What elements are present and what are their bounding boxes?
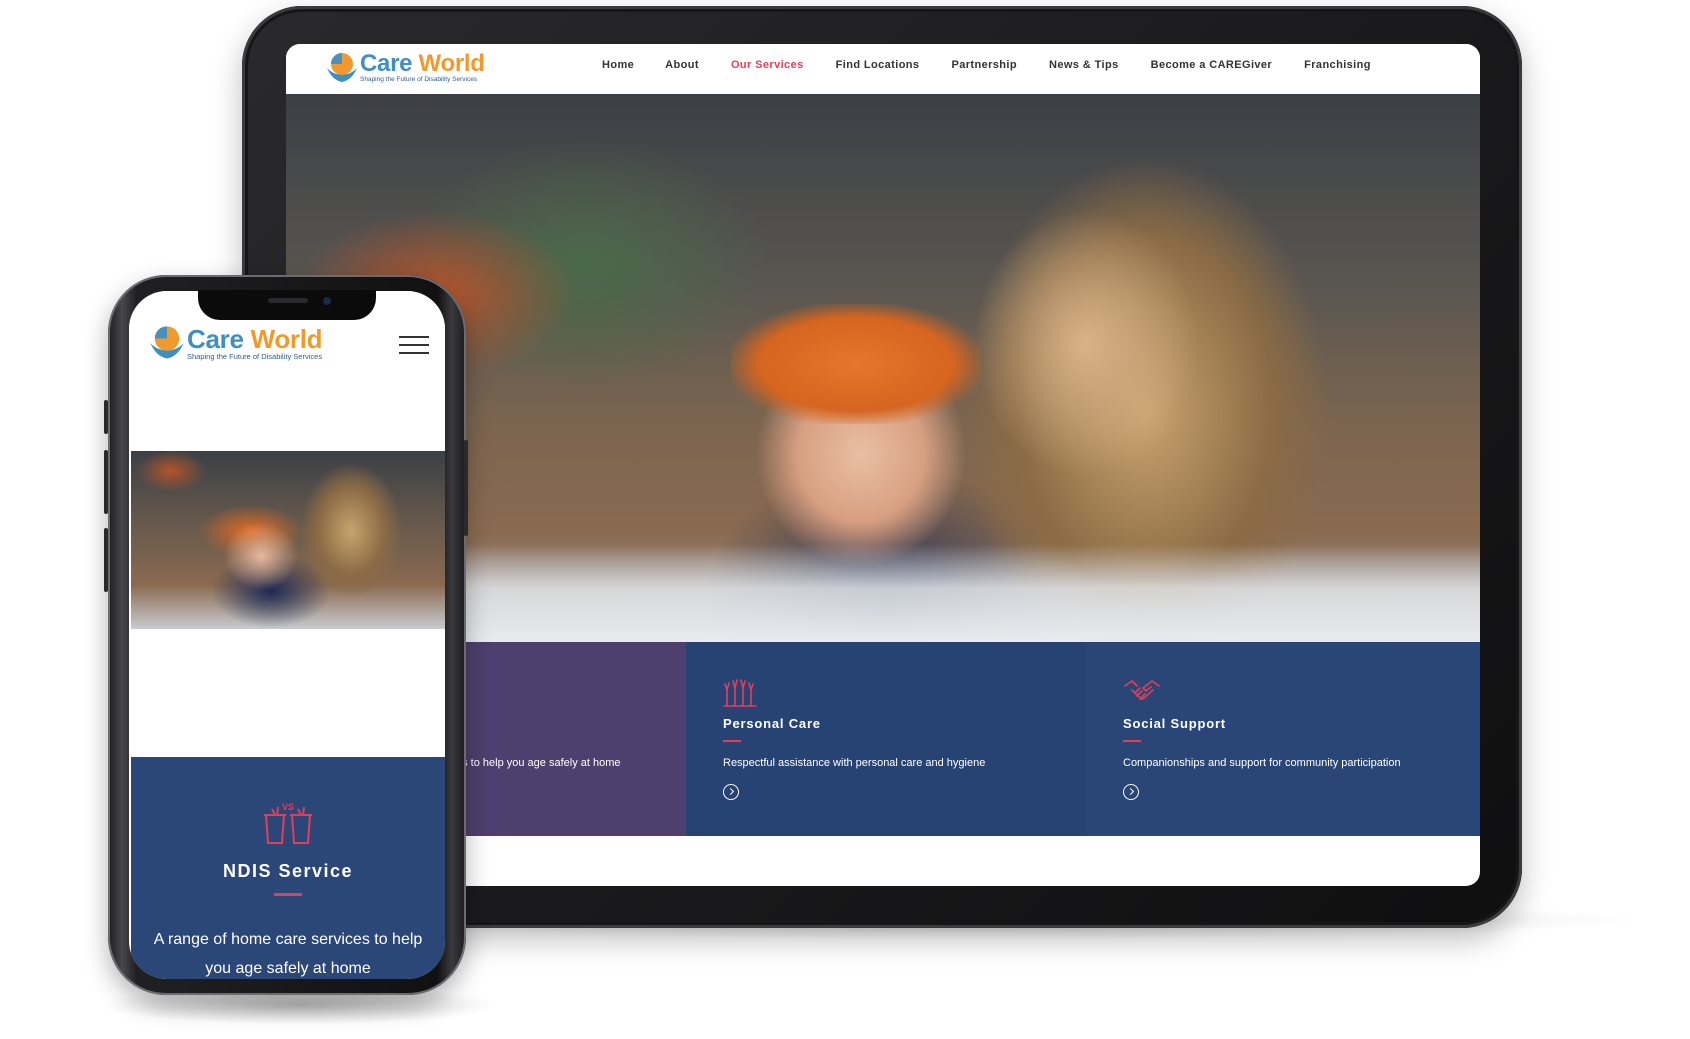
globe-hands-icon: [150, 326, 184, 359]
nav-become-caregiver[interactable]: Become a CAREGiver: [1151, 59, 1273, 71]
phone-side-button: [104, 528, 108, 592]
nav-partnership[interactable]: Partnership: [951, 59, 1017, 71]
phone-side-button: [104, 400, 108, 434]
service-description: A range of home care services to help yo…: [153, 931, 423, 977]
brand-name-care: Care: [360, 50, 413, 78]
nav-news-tips[interactable]: News & Tips: [1049, 59, 1119, 71]
title-underline: [1123, 740, 1141, 742]
tablet-logo[interactable]: Care World Shaping the Future of Disabil…: [324, 50, 485, 86]
phone-side-button: [104, 450, 108, 514]
brand-name-care: Care: [187, 323, 244, 354]
arrow-right-circle-icon[interactable]: [723, 784, 739, 800]
service-title: NDIS Service: [222, 861, 354, 881]
service-card-description: es to help you age safely at home: [456, 757, 621, 769]
menu-icon[interactable]: [399, 336, 429, 356]
service-card-description: Companionships and support for community…: [1123, 757, 1401, 769]
phone-notch: [198, 290, 376, 320]
brand-tagline: Shaping the Future of Disability Service…: [360, 76, 478, 84]
raised-hands-icon: [723, 679, 757, 707]
tablet-nav: Home About Our Services Find Locations P…: [602, 59, 1371, 71]
hero-photo-detail: [731, 304, 981, 424]
handshake-icon: [1124, 680, 1160, 700]
brand-name-world: World: [418, 50, 485, 78]
phone-service-card[interactable]: VS NDIS Service A range of home care ser…: [131, 757, 445, 979]
tablet-header: Care World Shaping the Future of Disabil…: [286, 44, 1480, 94]
nav-find-locations[interactable]: Find Locations: [836, 59, 920, 71]
nav-our-services[interactable]: Our Services: [731, 59, 804, 71]
cups-vs-label: VS: [282, 802, 294, 812]
phone-camera: [323, 297, 331, 305]
title-underline: [723, 740, 741, 742]
cups-vs-icon: VS: [264, 802, 312, 844]
brand-name-world: World: [250, 323, 323, 354]
phone-logo[interactable]: Care World Shaping the Future of Disabil…: [147, 323, 323, 363]
phone-side-button: [464, 440, 468, 536]
phone-screen: Care World Shaping the Future of Disabil…: [129, 291, 445, 979]
globe-hands-icon: [327, 53, 357, 82]
nav-franchising[interactable]: Franchising: [1304, 59, 1371, 71]
phone-hero-photo: [131, 451, 445, 629]
service-card-description: Respectful assistance with personal care…: [723, 757, 986, 769]
service-card-social-support[interactable]: Social Support Companionships and suppor…: [1086, 642, 1480, 836]
title-underline: [274, 893, 302, 896]
phone-speaker: [268, 298, 308, 303]
service-card-personal-care[interactable]: Personal Care Respectful assistance with…: [686, 642, 1086, 836]
brand-tagline: Shaping the Future of Disability Service…: [187, 351, 323, 361]
nav-about[interactable]: About: [665, 59, 699, 71]
service-card-title: Personal Care: [723, 716, 821, 731]
arrow-right-circle-icon[interactable]: [1123, 784, 1139, 800]
nav-home[interactable]: Home: [602, 59, 634, 71]
service-card-title: Social Support: [1123, 716, 1226, 731]
